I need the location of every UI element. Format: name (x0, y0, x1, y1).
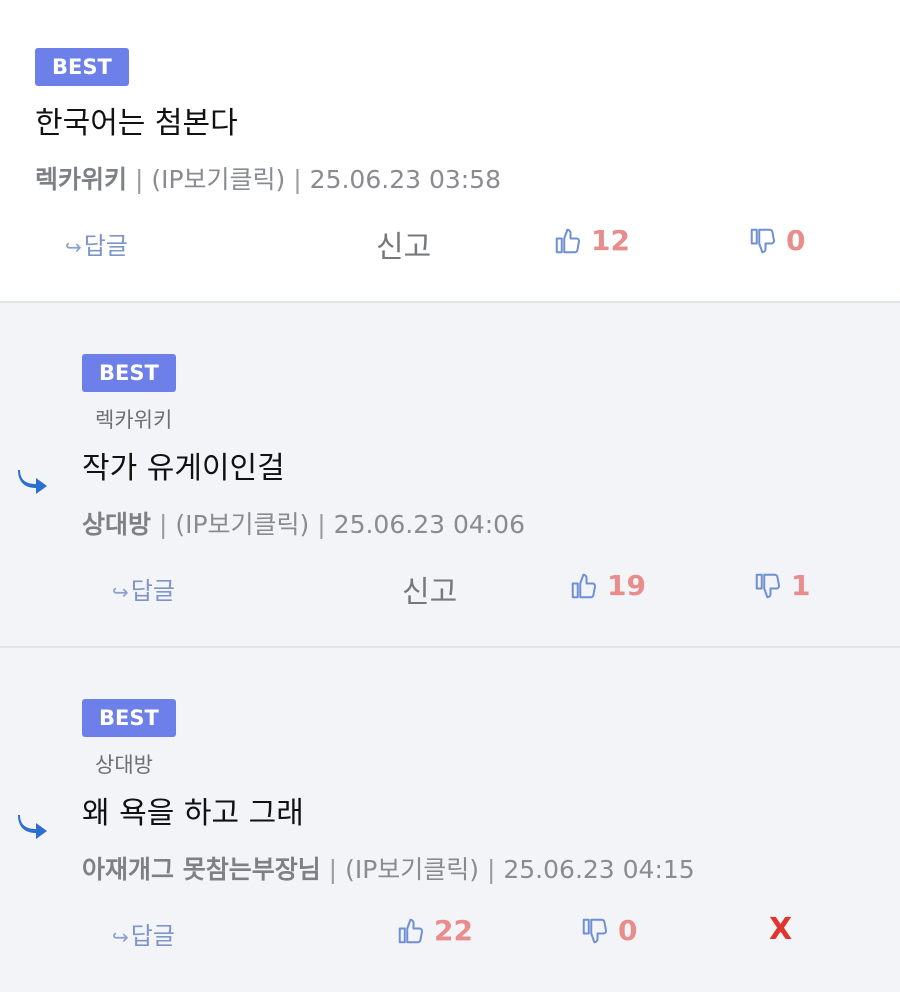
comment-meta: 상대방 | (IP보기클릭) | 25.06.23 04:06 (82, 505, 525, 541)
best-badge: BEST (82, 354, 176, 392)
author-name[interactable]: 렉카위키 (35, 165, 127, 194)
thumbs-up-icon (571, 573, 596, 598)
like-count: 19 (607, 569, 646, 602)
thumbs-down-icon (755, 573, 780, 598)
dislike-button[interactable]: 1 (753, 569, 810, 602)
reply-small-arrow-icon: ↪ (112, 580, 129, 604)
comment-text: 작가 유게이인걸 (82, 451, 285, 486)
parent-author: 상대방 (95, 753, 153, 777)
separator: | (134, 165, 144, 194)
ip-view-link[interactable]: (IP보기클릭) (151, 165, 285, 194)
dislike-count: 0 (786, 224, 806, 257)
comment-item: BEST 렉카위키 작가 유게이인걸 상대방 | (IP보기클릭) | 25.0… (0, 303, 900, 648)
separator: | (293, 165, 302, 194)
separator: | (328, 855, 338, 884)
comment-date: 25.06.23 04:15 (503, 855, 695, 884)
like-button[interactable]: 19 (569, 569, 646, 602)
comment-meta: 렉카위키 | (IP보기클릭) | 25.06.23 03:58 (35, 160, 501, 196)
report-button[interactable]: 신고 (402, 567, 457, 611)
dislike-count: 0 (618, 914, 638, 947)
comment-item: BEST 한국어는 첨본다 렉카위키 | (IP보기클릭) | 25.06.23… (0, 0, 900, 303)
separator: | (317, 510, 326, 539)
ip-view-link[interactable]: (IP보기클릭) (345, 855, 479, 884)
dislike-count: 1 (791, 569, 811, 602)
comment-text: 한국어는 첨본다 (35, 106, 238, 141)
like-button[interactable]: 12 (553, 224, 630, 257)
thumbs-up-icon (398, 918, 423, 943)
separator: | (486, 855, 496, 884)
thumbs-up-icon (555, 228, 580, 253)
like-button[interactable]: 22 (396, 914, 473, 947)
reply-small-arrow-icon: ↪ (65, 235, 82, 259)
dislike-button[interactable]: 0 (748, 224, 805, 257)
best-badge: BEST (35, 48, 129, 86)
thumbs-down-icon (750, 228, 775, 253)
like-count: 12 (591, 224, 630, 257)
comment-meta: 아재개그 못참는부장님 | (IP보기클릭) | 25.06.23 04:15 (82, 850, 695, 886)
dislike-button[interactable]: 0 (580, 914, 637, 947)
reply-button[interactable]: ↪답글 (112, 916, 175, 951)
separator: | (158, 510, 168, 539)
reply-button[interactable]: ↪답글 (65, 226, 128, 261)
parent-author: 렉카위키 (95, 408, 173, 432)
delete-button[interactable]: X (769, 912, 792, 947)
author-name[interactable]: 상대방 (82, 510, 151, 539)
report-button[interactable]: 신고 (376, 222, 431, 266)
reply-small-arrow-icon: ↪ (112, 925, 129, 949)
reply-label: 답글 (83, 232, 128, 260)
comment-item: BEST 상대방 왜 욕을 하고 그래 아재개그 못참는부장님 | (IP보기클… (0, 648, 900, 992)
thumbs-down-icon (582, 918, 607, 943)
like-count: 22 (434, 914, 473, 947)
reply-arrow-icon (18, 815, 47, 839)
reply-button[interactable]: ↪답글 (112, 571, 175, 606)
comment-date: 25.06.23 03:58 (309, 165, 501, 194)
comment-date: 25.06.23 04:06 (333, 510, 525, 539)
reply-label: 답글 (130, 577, 175, 605)
reply-label: 답글 (130, 922, 175, 950)
best-badge: BEST (82, 699, 176, 737)
ip-view-link[interactable]: (IP보기클릭) (175, 510, 309, 539)
comment-text: 왜 욕을 하고 그래 (82, 796, 304, 831)
author-name[interactable]: 아재개그 못참는부장님 (82, 855, 321, 884)
reply-arrow-icon (18, 470, 47, 494)
